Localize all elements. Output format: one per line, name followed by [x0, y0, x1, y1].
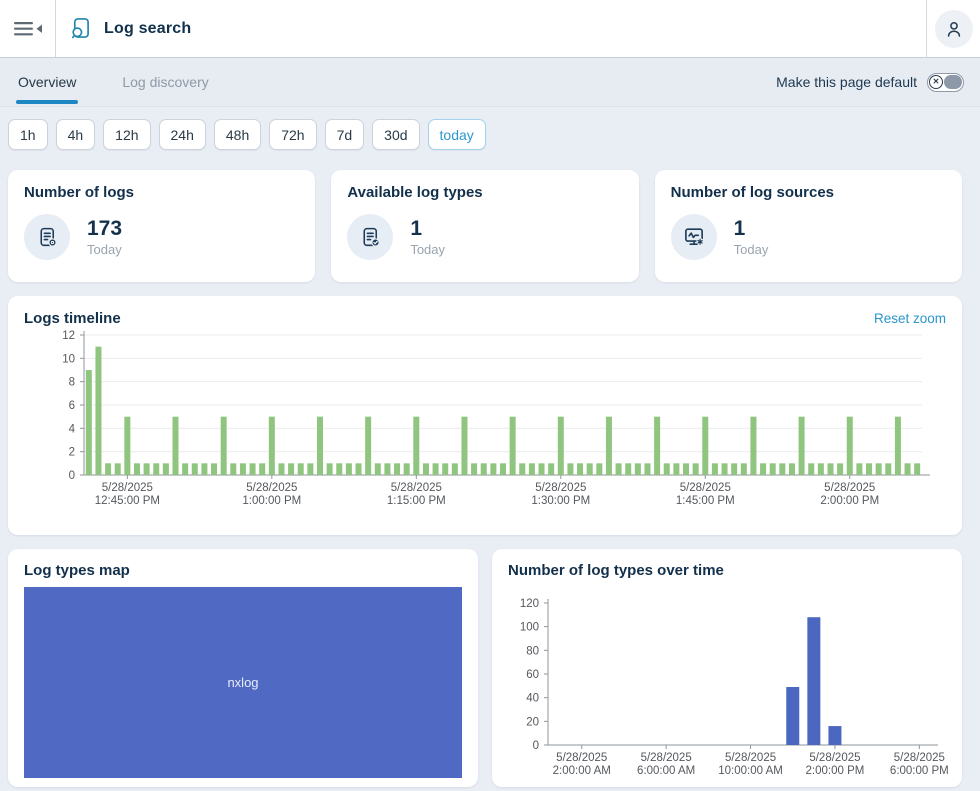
svg-text:12: 12 — [62, 330, 75, 342]
stat-card-title: Number of log sources — [671, 184, 946, 201]
time-range-24h[interactable]: 24h — [159, 119, 206, 150]
time-range-bar: 1h 4h12h 24h 48h 72h 7d30d today — [8, 119, 962, 150]
tab-strip: Overview Log discovery Make this page de… — [0, 58, 980, 107]
svg-text:120: 120 — [520, 598, 539, 610]
time-range-7d[interactable]: 7d — [325, 119, 365, 150]
time-range-12h[interactable]: 12h — [103, 119, 150, 150]
treemap-node-nxlog[interactable]: nxlog — [24, 587, 462, 778]
stat-card-title: Available log types — [347, 184, 622, 201]
top-bar: Log search — [0, 0, 980, 58]
svg-text:80: 80 — [526, 645, 539, 657]
log-source-icon — [681, 224, 707, 250]
time-range-72h[interactable]: 72h — [269, 119, 316, 150]
svg-text:1:00:00 PM: 1:00:00 PM — [242, 495, 301, 507]
svg-text:1:30:00 PM: 1:30:00 PM — [531, 495, 590, 507]
time-range-30d[interactable]: 30d — [372, 119, 419, 150]
log-type-icon — [358, 225, 383, 250]
stat-value: 173 — [87, 217, 122, 240]
time-range-1h[interactable]: 1h — [8, 119, 48, 150]
tab-overview[interactable]: Overview — [16, 58, 78, 106]
svg-text:100: 100 — [520, 622, 539, 634]
svg-text:40: 40 — [526, 693, 539, 705]
logs-timeline-card: Logs timeline Reset zoom 0 2 4 6 8 10 12 5/28/2… — [8, 296, 962, 535]
svg-text:0: 0 — [69, 470, 75, 482]
log-search-icon — [68, 16, 93, 41]
stat-card-row: Number of logs 173 Today — [8, 170, 962, 282]
logs-timeline-chart[interactable]: 0246810125/28/202512:45:00 PM5/28/20251:… — [24, 329, 946, 525]
card-available-log-types: Available log types 1 Today — [331, 170, 638, 282]
log-types-over-time-chart: 0204060801001205/28/20252:00:00 AM5/28/2… — [508, 593, 946, 787]
svg-text:5/28/2025: 5/28/2025 — [556, 752, 607, 764]
log-types-over-time-card: Number of log types over time 0 20 40 60 80 1… — [492, 549, 962, 787]
page-title: Log search — [104, 20, 191, 38]
make-default-label: Make this page default — [776, 74, 917, 90]
svg-text:8: 8 — [69, 377, 75, 389]
svg-text:1:15:00 PM: 1:15:00 PM — [387, 495, 446, 507]
svg-text:1:45:00 PM: 1:45:00 PM — [676, 495, 735, 507]
sidebar-collapse-icon — [13, 18, 43, 40]
svg-text:12:45:00 PM: 12:45:00 PM — [95, 495, 160, 507]
time-range-today[interactable]: today — [428, 119, 486, 150]
svg-text:5/28/2025: 5/28/2025 — [391, 482, 442, 494]
card-number-of-logs: Number of logs 173 Today — [8, 170, 315, 282]
time-range-4h[interactable]: 4h — [56, 119, 96, 150]
svg-text:5/28/2025: 5/28/2025 — [102, 482, 153, 494]
svg-text:20: 20 — [526, 716, 539, 728]
sidebar-toggle-button[interactable] — [0, 0, 56, 57]
svg-text:5/28/2025: 5/28/2025 — [809, 752, 860, 764]
card-number-of-log-sources: Number of log sources — [655, 170, 962, 282]
log-types-map-card: Log types map nxlog — [8, 549, 478, 787]
svg-text:6:00:00 AM: 6:00:00 AM — [637, 765, 695, 777]
stat-value: 1 — [410, 217, 445, 240]
user-icon — [944, 19, 964, 39]
stat-period: Today — [734, 242, 769, 257]
svg-text:10: 10 — [62, 353, 75, 365]
svg-text:10:00:00 AM: 10:00:00 AM — [718, 765, 783, 777]
svg-text:5/28/2025: 5/28/2025 — [641, 752, 692, 764]
svg-text:5/28/2025: 5/28/2025 — [535, 482, 586, 494]
stat-period: Today — [410, 242, 445, 257]
svg-text:5/28/2025: 5/28/2025 — [680, 482, 731, 494]
toggle-knob — [944, 75, 962, 89]
svg-text:2: 2 — [69, 447, 75, 459]
default-page-toggle[interactable]: ✕ — [927, 73, 964, 92]
log-file-icon — [35, 225, 60, 250]
tab-log-discovery[interactable]: Log discovery — [120, 58, 210, 106]
time-range-48h[interactable]: 48h — [214, 119, 261, 150]
stat-value: 1 — [734, 217, 769, 240]
svg-text:5/28/2025: 5/28/2025 — [824, 482, 875, 494]
reset-zoom-link[interactable]: Reset zoom — [874, 311, 946, 326]
user-menu-button[interactable] — [935, 10, 973, 48]
svg-text:2:00:00 AM: 2:00:00 AM — [553, 765, 611, 777]
svg-text:60: 60 — [526, 669, 539, 681]
svg-text:5/28/2025: 5/28/2025 — [894, 752, 945, 764]
svg-text:6:00:00 PM: 6:00:00 PM — [890, 765, 949, 777]
svg-text:5/28/2025: 5/28/2025 — [725, 752, 776, 764]
svg-text:4: 4 — [69, 423, 76, 435]
svg-text:2:00:00 PM: 2:00:00 PM — [820, 495, 879, 507]
log-types-over-time-title: Number of log types over time — [508, 562, 946, 579]
toggle-off-x-icon: ✕ — [929, 75, 943, 89]
log-types-map-title: Log types map — [24, 562, 462, 579]
logs-timeline-title: Logs timeline — [24, 310, 121, 327]
svg-text:2:00:00 PM: 2:00:00 PM — [806, 765, 865, 777]
svg-text:0: 0 — [533, 740, 539, 752]
stat-period: Today — [87, 242, 122, 257]
treemap-node-label: nxlog — [24, 674, 462, 689]
stat-card-title: Number of logs — [24, 184, 299, 201]
svg-text:6: 6 — [69, 400, 75, 412]
svg-text:5/28/2025: 5/28/2025 — [246, 482, 297, 494]
